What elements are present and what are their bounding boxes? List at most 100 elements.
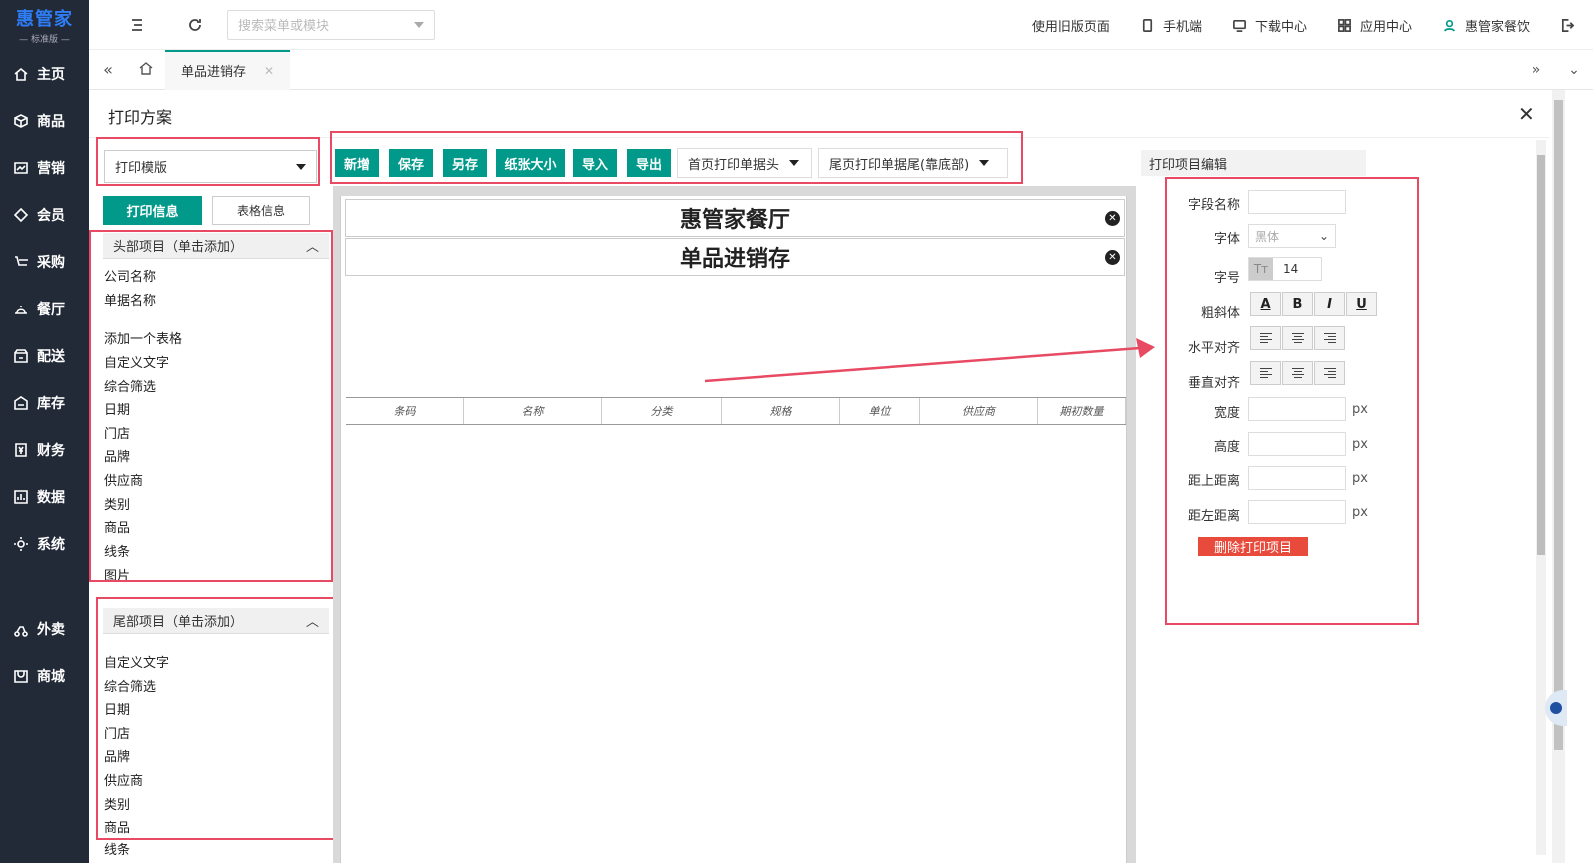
sidebar-item-label: 营销 <box>37 160 65 177</box>
highlight-box <box>1165 177 1419 625</box>
sidebar-item-1[interactable]: 商品 <box>0 97 89 144</box>
doc-title-item[interactable]: 单品进销存 ✕ <box>345 238 1125 276</box>
table-column-header[interactable]: 期初数量 <box>1038 398 1126 424</box>
menu-toggle-icon[interactable] <box>117 17 157 33</box>
tab-label: 单品进销存 <box>181 65 247 80</box>
sidebar-item-label: 商城 <box>37 668 65 685</box>
sidebar-item-9[interactable]: 数据 <box>0 473 89 520</box>
remove-item-icon[interactable]: ✕ <box>1105 249 1120 265</box>
highlight-box <box>89 230 333 582</box>
old-version-label: 使用旧版页面 <box>1031 19 1110 35</box>
sidebar-item-10[interactable]: 系统 <box>0 520 89 567</box>
table-info-tab[interactable]: 表格信息 <box>212 196 310 225</box>
old-version-link[interactable]: 使用旧版页面 <box>1032 16 1110 35</box>
sidebar-item-0[interactable]: 主页 <box>0 50 89 97</box>
brand-name: 惠管家 <box>16 9 73 30</box>
highlight-box <box>96 597 336 840</box>
sidebar-item-8[interactable]: 财务 <box>0 426 89 473</box>
user-name: 惠管家餐饮 <box>1464 19 1530 35</box>
cart-icon <box>12 253 30 271</box>
search-placeholder: 搜索菜单或模块 <box>238 19 330 34</box>
bell-icon <box>12 300 30 318</box>
table-column-header[interactable]: 分类 <box>602 398 722 424</box>
tab-bar: « 单品进销存 ✕ » ⌄ <box>89 49 1593 90</box>
footer-list-item[interactable]: 线条 <box>104 839 130 858</box>
print-info-tab[interactable]: 打印信息 <box>103 196 202 225</box>
top-bar: 搜索菜单或模块 使用旧版页面 手机端 下载中心 应用中心 惠管家餐饮 <box>89 0 1593 50</box>
download-center-label: 下载中心 <box>1254 19 1307 35</box>
table-column-header[interactable]: 名称 <box>464 398 602 424</box>
chevron-down-icon <box>414 21 424 28</box>
sidebar-item-label: 商品 <box>37 113 65 130</box>
home-icon <box>12 65 30 83</box>
tab-item-report[interactable]: 单品进销存 ✕ <box>165 49 291 90</box>
sidebar-item-label: 主页 <box>37 66 65 83</box>
chevron-down-icon[interactable]: ⌄ <box>1555 62 1593 78</box>
page-scrollbar[interactable] <box>1552 90 1565 863</box>
sidebar-item-label: 配送 <box>37 348 65 365</box>
remove-item-icon[interactable]: ✕ <box>1105 210 1120 226</box>
sidebar-item-4[interactable]: 采购 <box>0 238 89 285</box>
double-chevron-right-icon[interactable]: » <box>1517 62 1555 78</box>
doc-title-text: 单品进销存 <box>679 247 790 272</box>
user-icon <box>1443 19 1455 32</box>
panel-title: 打印方案 <box>108 108 173 127</box>
sidebar-item-5[interactable]: 餐厅 <box>0 285 89 332</box>
sidebar-item-6[interactable]: 配送 <box>0 332 89 379</box>
panel-scrollbar[interactable] <box>1536 140 1546 855</box>
apps-icon <box>1338 18 1351 32</box>
store-icon <box>12 347 30 365</box>
sidebar-item-2[interactable]: 营销 <box>0 144 89 191</box>
yuan-icon <box>12 441 30 459</box>
settings-icon <box>12 535 30 553</box>
close-tab-icon[interactable]: ✕ <box>264 64 274 78</box>
print-canvas <box>340 196 1127 863</box>
app-center-label: 应用中心 <box>1359 19 1412 35</box>
table-column-header[interactable]: 规格 <box>722 398 840 424</box>
chart-icon <box>12 159 30 177</box>
logout-icon <box>1561 18 1575 32</box>
sidebar-item-label: 库存 <box>37 395 65 412</box>
monitor-icon <box>1232 19 1246 32</box>
scrollbar-thumb[interactable] <box>1554 100 1563 750</box>
assistant-icon <box>1550 702 1562 714</box>
double-chevron-left-icon[interactable]: « <box>89 60 127 79</box>
mobile-link[interactable]: 手机端 <box>1140 16 1202 35</box>
close-icon[interactable]: ✕ <box>1518 102 1535 126</box>
canvas-table[interactable]: 条码 名称 分类 规格 单位 供应商 期初数量 <box>346 397 1126 425</box>
diamond-icon <box>12 206 30 224</box>
download-center-link[interactable]: 下载中心 <box>1232 16 1307 35</box>
refresh-icon[interactable] <box>175 17 215 33</box>
bar-chart-icon <box>12 488 30 506</box>
company-name-text: 惠管家餐厅 <box>679 208 790 233</box>
sidebar-item-label: 餐厅 <box>37 301 65 318</box>
home-tab-icon[interactable] <box>127 60 165 80</box>
warehouse-icon <box>12 394 30 412</box>
floating-assistant[interactable] <box>1545 690 1567 726</box>
app-center-link[interactable]: 应用中心 <box>1337 16 1412 35</box>
user-menu[interactable]: 惠管家餐饮 <box>1442 16 1530 35</box>
bike-icon <box>12 620 30 638</box>
sidebar-item-7[interactable]: 库存 <box>0 379 89 426</box>
brand-edition: — 标准版 — <box>19 35 70 45</box>
sidebar-item-label: 会员 <box>37 207 65 224</box>
search-input[interactable]: 搜索菜单或模块 <box>227 9 435 40</box>
logout-button[interactable] <box>1560 18 1583 33</box>
table-column-header[interactable]: 条码 <box>346 398 464 424</box>
box-icon <box>12 112 30 130</box>
editor-title: 打印项目编辑 <box>1141 150 1366 176</box>
sidebar-item-label: 采购 <box>37 254 65 271</box>
sidebar: 惠管家 — 标准版 — 主页商品营销会员采购餐厅配送库存财务 数据 系统外卖商城 <box>0 0 89 863</box>
sidebar-item-3[interactable]: 会员 <box>0 191 89 238</box>
company-name-item[interactable]: 惠管家餐厅 ✕ <box>345 199 1125 237</box>
scrollbar-thumb[interactable] <box>1537 155 1545 555</box>
logo[interactable]: 惠管家 — 标准版 — <box>0 0 89 50</box>
mobile-label: 手机端 <box>1162 19 1202 35</box>
sidebar-item-label: 外卖 <box>37 621 65 638</box>
table-column-header[interactable]: 供应商 <box>920 398 1038 424</box>
highlight-box <box>96 137 320 186</box>
sidebar-item-11[interactable]: 外卖 <box>0 605 89 652</box>
phone-icon <box>1142 18 1153 32</box>
sidebar-item-12[interactable]: 商城 <box>0 652 89 699</box>
table-column-header[interactable]: 单位 <box>840 398 920 424</box>
